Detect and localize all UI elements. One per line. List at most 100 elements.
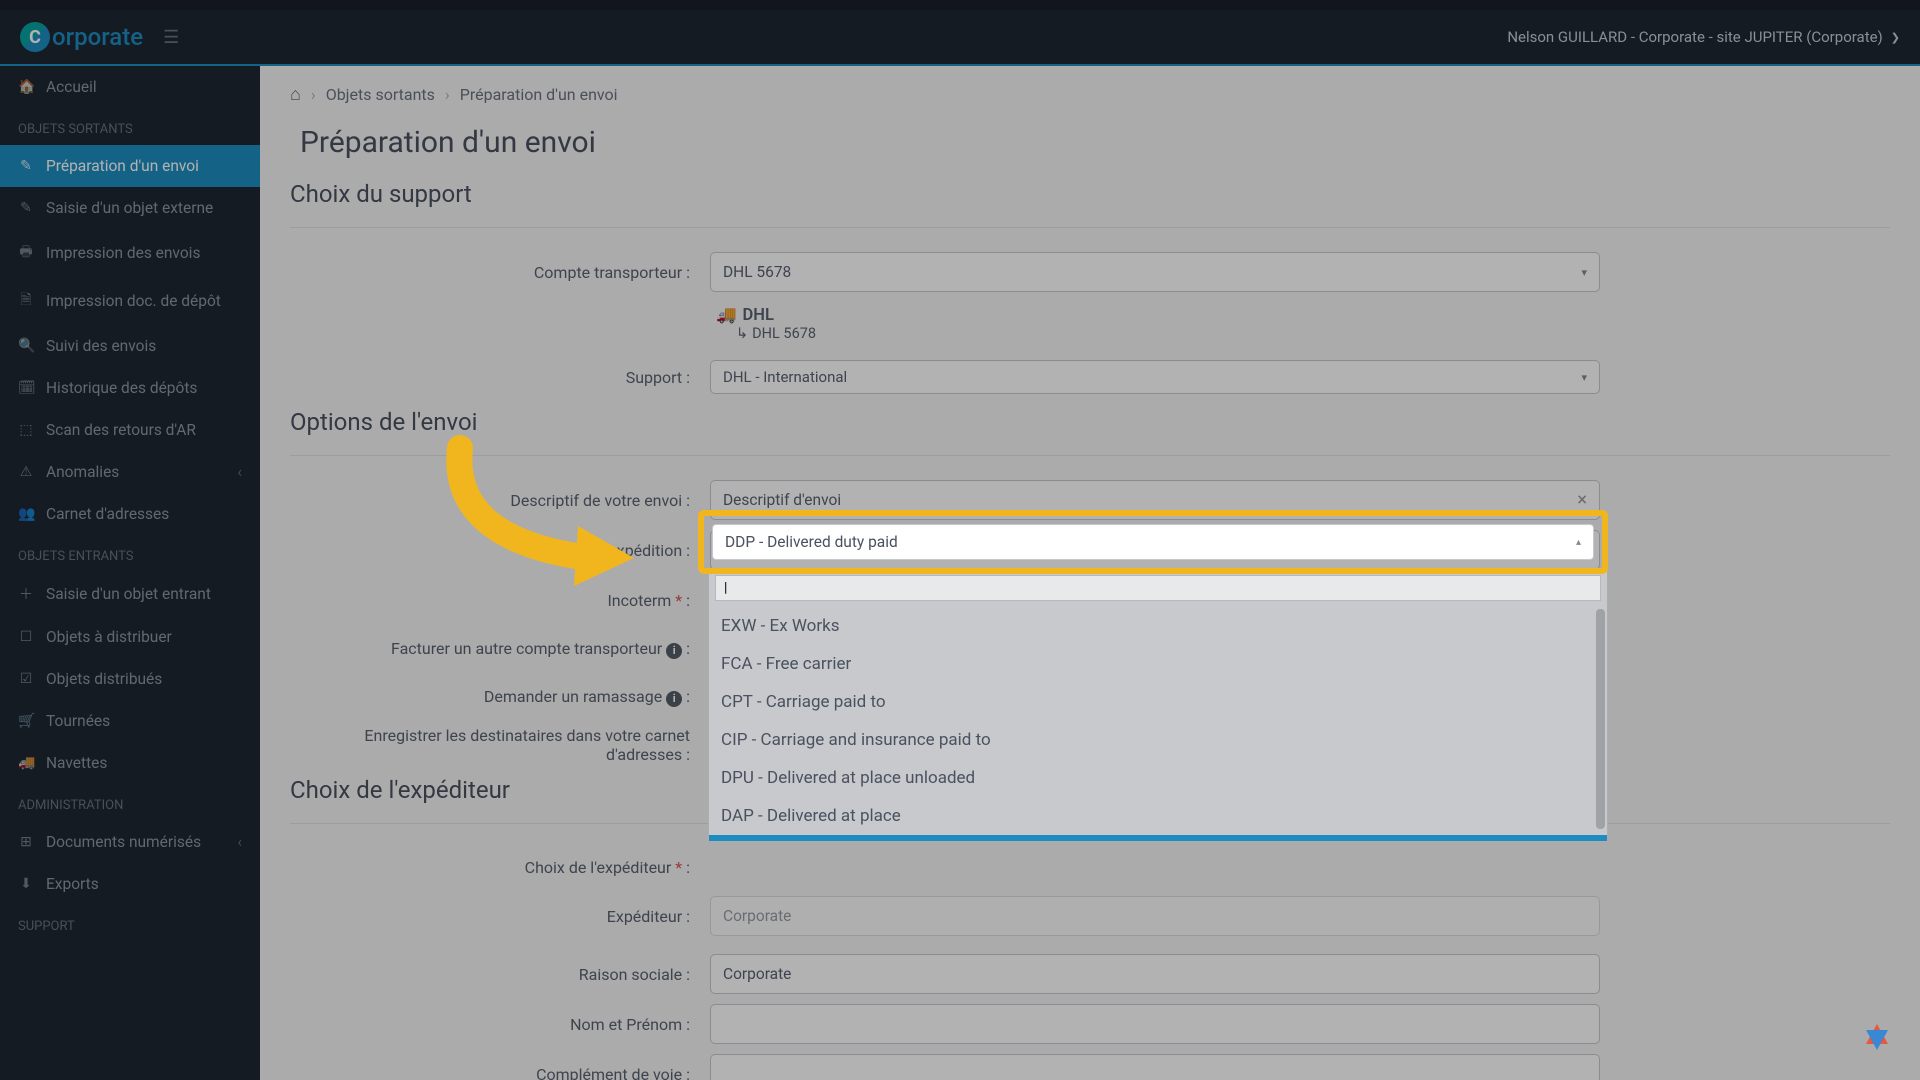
dropdown-option[interactable]: FCA - Free carrier [709, 645, 1607, 683]
desc-label: Descriptif de votre envoi : [290, 491, 710, 510]
sidebar-item-icon: 🛒 [18, 713, 34, 729]
sidebar-item-label: Documents numérisés [46, 833, 201, 851]
sidebar-item-label: Objets à distribuer [46, 628, 172, 646]
pickup-label: Demander un ramassage i : [290, 687, 710, 707]
breadcrumb-item[interactable]: Objets sortants [326, 85, 435, 104]
sidebar-item[interactable]: ⚠ Anomalies [0, 451, 260, 493]
breadcrumb-current: Préparation d'un envoi [460, 85, 618, 104]
dropdown-option-selected-strip [709, 835, 1607, 841]
sidebar-item[interactable]: ⬚ Scan des retours d'AR [0, 409, 260, 451]
save-recipients-label: Enregistrer les destinataires dans votre… [290, 726, 710, 764]
sidebar-item-icon: 👥 [18, 506, 34, 522]
user-menu[interactable]: Nelson GUILLARD - Corporate - site JUPIT… [1507, 28, 1900, 46]
sender-choice-label: Choix de l'expéditeur * : [290, 858, 710, 877]
sidebar-item-icon: 🗎 [18, 289, 34, 313]
sidebar-item[interactable]: 🗎 Impression doc. de dépôt [0, 277, 260, 325]
sidebar-item-icon: 🚚 [18, 755, 34, 771]
sidebar-item[interactable]: ✎Préparation d'un envoi [0, 145, 260, 187]
section-options-title: Options de l'envoi [290, 408, 1890, 437]
sidebar-item-icon: 🔍 [18, 338, 34, 354]
sidebar-heading: ADMINISTRATION [0, 784, 260, 821]
sidebar-item[interactable]: ☐ Objets à distribuer [0, 616, 260, 658]
company-input[interactable]: Corporate [710, 954, 1600, 994]
sidebar-item-icon: ☐ [18, 629, 34, 645]
dropdown-option[interactable]: DAP - Delivered at place [709, 797, 1607, 835]
sidebar-item-icon: 🗓 [18, 380, 34, 396]
user-label: Nelson GUILLARD - Corporate - site JUPIT… [1507, 28, 1882, 46]
sidebar-item-label: Saisie d'un objet externe [46, 199, 213, 217]
dropdown-search-input[interactable] [715, 575, 1601, 601]
sidebar-item[interactable]: 👥 Carnet d'adresses [0, 493, 260, 535]
bill-other-label: Facturer un autre compte transporteur i … [290, 639, 710, 659]
sender-input[interactable]: Corporate [710, 896, 1600, 936]
carrier-info: 🚚DHL ↳DHL 5678 [710, 302, 1600, 348]
clear-icon[interactable]: × [1577, 490, 1587, 511]
carrier-account-label: Compte transporteur : [290, 263, 710, 282]
chevron-down-icon: ❯ [1891, 31, 1900, 44]
sidebar-item-label: Accueil [46, 78, 97, 96]
sidebar-item[interactable]: 🏠 Accueil [0, 66, 260, 108]
dropdown-option[interactable]: EXW - Ex Works [709, 607, 1607, 645]
info-icon[interactable]: i [666, 691, 682, 707]
support-label: Support : [290, 368, 710, 387]
sidebar-item-icon: ✎ [18, 158, 34, 174]
dropdown-option[interactable]: DPU - Delivered at place unloaded [709, 759, 1607, 797]
sidebar-item-label: Scan des retours d'AR [46, 421, 196, 439]
sidebar-item[interactable]: 🗓Historique des dépôts [0, 367, 260, 409]
info-icon[interactable]: i [666, 643, 682, 659]
sidebar-item-icon: 🖶 [18, 241, 34, 265]
truck-icon: 🚚 [716, 306, 737, 325]
brand-logo[interactable]: C orporate [20, 22, 143, 52]
ref-label: Référence d'expédition : [290, 541, 710, 560]
sidebar-item[interactable]: ✎ Saisie d'un objet externe [0, 187, 260, 229]
sidebar-item-label: Suivi des envois [46, 337, 156, 355]
carrier-account-select[interactable]: DHL 5678 [710, 252, 1600, 292]
sidebar-item[interactable]: 🔍 Suivi des envois [0, 325, 260, 367]
dropdown-option[interactable]: CIP - Carriage and insurance paid to [709, 721, 1607, 759]
sidebar-item[interactable]: 🖶 Impression des envois [0, 229, 260, 277]
breadcrumb: ⌂ › Objets sortants › Préparation d'un e… [290, 66, 1890, 123]
dropdown-option[interactable]: CPT - Carriage paid to [709, 683, 1607, 721]
section-support-title: Choix du support [290, 180, 1890, 209]
sidebar-heading: OBJETS ENTRANTS [0, 535, 260, 572]
scrollbar[interactable] [1596, 609, 1605, 829]
sidebar-heading: SUPPORT [0, 905, 260, 942]
name-label: Nom et Prénom : [290, 1015, 710, 1034]
sidebar-item-label: Anomalies [46, 463, 119, 481]
sidebar-item-label: Carnet d'adresses [46, 505, 169, 523]
sidebar-item-icon: ⚠ [18, 464, 34, 480]
app-header: C orporate ☰ Nelson GUILLARD - Corporate… [0, 10, 1920, 66]
help-widget-icon[interactable] [1860, 1020, 1894, 1054]
sidebar-item-icon: ⬚ [18, 422, 34, 438]
breadcrumb-home-icon[interactable]: ⌂ [290, 84, 301, 105]
sidebar-item-icon: 🏠 [18, 79, 34, 95]
sidebar-item[interactable]: ⬇Exports [0, 863, 260, 905]
sidebar-item[interactable]: ☑ Objets distribués [0, 658, 260, 700]
sidebar-item-label: Impression doc. de dépôt [46, 292, 221, 310]
sidebar-item-icon: ✎ [18, 200, 34, 216]
sender-label: Expéditeur : [290, 907, 710, 926]
sidebar-item-label: Exports [46, 875, 99, 893]
name-input[interactable] [710, 1004, 1600, 1044]
sidebar-item-label: Impression des envois [46, 244, 200, 262]
sidebar-item-icon: ⊞ [18, 834, 34, 850]
incoterm-select[interactable]: DDP - Delivered duty paid [712, 524, 1594, 560]
incoterm-label: Incoterm * : [290, 591, 710, 610]
sidebar-item[interactable]: ＋Saisie d'un objet entrant [0, 572, 260, 616]
incoterm-dropdown-panel: EXW - Ex WorksFCA - Free carrierCPT - Ca… [708, 568, 1608, 842]
logo-mark-icon: C [20, 22, 50, 52]
sidebar-item-label: Tournées [46, 712, 110, 730]
support-select[interactable]: DHL - International [710, 360, 1600, 394]
sidebar-item[interactable]: ⊞ Documents numérisés [0, 821, 260, 863]
sidebar-item-label: Navettes [46, 754, 107, 772]
addr2-label: Complément de voie : [290, 1065, 710, 1080]
sidebar-item-icon: ☑ [18, 671, 34, 687]
menu-toggle-icon[interactable]: ☰ [163, 27, 179, 48]
branch-icon: ↳ [736, 325, 748, 342]
company-label: Raison sociale : [290, 965, 710, 984]
sidebar-item-label: Objets distribués [46, 670, 162, 688]
sidebar-item[interactable]: 🚚 Navettes [0, 742, 260, 784]
addr2-input[interactable] [710, 1054, 1600, 1080]
brand-text: orporate [52, 23, 143, 51]
sidebar-item[interactable]: 🛒 Tournées [0, 700, 260, 742]
